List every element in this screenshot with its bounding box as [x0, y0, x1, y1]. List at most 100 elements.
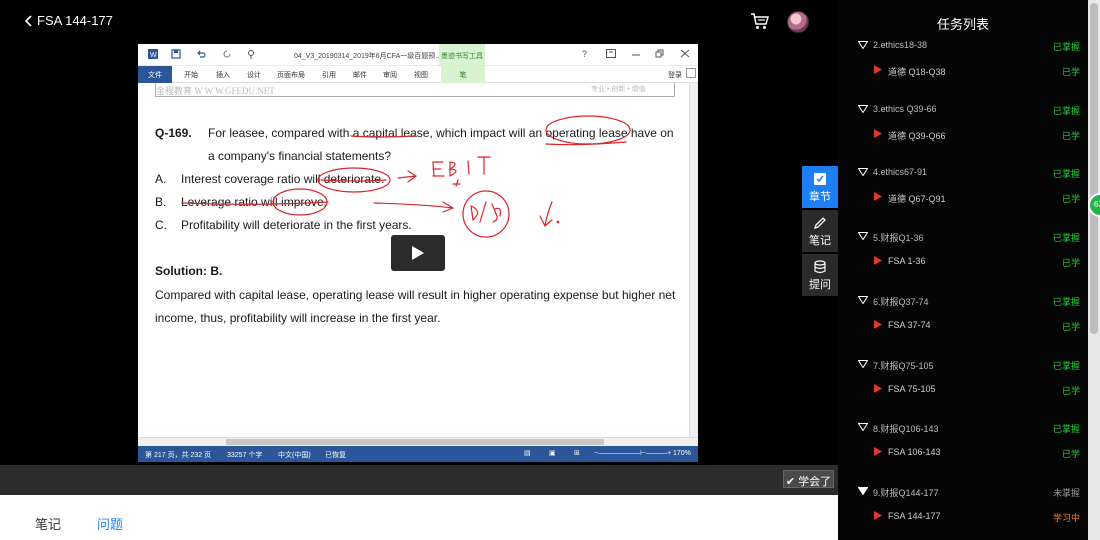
horizontal-scrollbar[interactable]: [138, 437, 698, 446]
ribbon-tab-insert[interactable]: 插入: [216, 70, 230, 80]
triangle-down-icon: [858, 168, 868, 177]
lesson-name: FSA 75-105: [888, 383, 936, 394]
play-button[interactable]: [391, 235, 445, 271]
avatar[interactable]: [787, 11, 809, 33]
ribbon-tab-design[interactable]: 设计: [247, 70, 261, 80]
scroll-thumb[interactable]: [226, 439, 604, 445]
chapter-item[interactable]: 8.财报Q106-143 已掌握: [858, 421, 1080, 437]
chapter-item[interactable]: 7.财报Q75-105 已掌握: [858, 358, 1080, 374]
chapter-item[interactable]: 4.ethics67-91 已掌握: [858, 166, 1080, 182]
svg-text:W: W: [150, 52, 157, 59]
chapter-name: 9.财报Q144-177: [873, 487, 939, 498]
language: 中文(中国): [278, 452, 311, 459]
play-icon: [874, 510, 882, 520]
print-layout-icon[interactable]: ▣: [549, 449, 556, 457]
save-icon[interactable]: [171, 49, 181, 59]
ribbon-tab-home[interactable]: 开始: [184, 70, 198, 80]
recovered-status: 已恢复: [325, 452, 346, 459]
close-icon[interactable]: [680, 49, 690, 58]
chapter-name: 7.财报Q75-105: [873, 360, 934, 371]
lesson-item[interactable]: 道德 Q39-Q66 已学: [874, 128, 1080, 144]
video-player[interactable]: W 04_V3_20190314_2019年6月CFA一级百题预... 墨迹书写…: [0, 42, 838, 465]
tab-notes[interactable]: 笔记: [35, 514, 61, 533]
chapter-name: 2.ethics18-38: [873, 40, 928, 50]
minimize-icon[interactable]: [631, 49, 641, 58]
tool-ask[interactable]: 提问: [802, 254, 838, 296]
ribbon-tab-layout[interactable]: 页面布局: [277, 70, 305, 80]
chapter-item[interactable]: 5.财报Q1-36 已掌握: [858, 230, 1080, 246]
lesson-item[interactable]: FSA 144-177 学习中: [874, 510, 1080, 526]
lesson-status: 已学: [1061, 321, 1080, 332]
help-icon[interactable]: ?: [582, 49, 587, 59]
lesson-name: FSA 37-74: [888, 319, 931, 330]
solution-line-2: income, thus, profitability will increas…: [155, 311, 441, 325]
zoom-slider[interactable]: −——————⊢———+: [594, 449, 671, 457]
top-bar: FSA 144-177: [0, 0, 838, 42]
zoom-level[interactable]: 170%: [673, 450, 691, 457]
ribbon-tab-mailings[interactable]: 邮件: [353, 70, 367, 80]
chapter-status: 已掌握: [1052, 42, 1080, 52]
panel-scrollbar[interactable]: [1088, 0, 1100, 540]
ribbon-display-icon[interactable]: [606, 49, 616, 58]
play-icon: [412, 246, 424, 260]
option-b-text: Leverage ratio will improve.: [181, 195, 328, 209]
option-b-letter: B.: [155, 195, 167, 209]
vertical-scrollbar[interactable]: [689, 83, 698, 437]
back-button[interactable]: FSA 144-177: [24, 13, 113, 28]
player-controls: ✔ 学会了: [0, 465, 838, 495]
chapter-status: 已掌握: [1052, 169, 1080, 180]
chapter-status: 未掌握: [1052, 487, 1080, 498]
lesson-item[interactable]: 道德 Q67-Q91 已学: [874, 191, 1080, 207]
chapter-item[interactable]: 2.ethics18-38 已掌握: [858, 39, 1080, 55]
task-list-panel: 任务列表 2.ethics18-38 已掌握 道德 Q18-Q38 已学 3.ethic…: [838, 0, 1100, 540]
ink-tools-tab[interactable]: 墨迹书写工具: [439, 44, 485, 66]
lesson-item[interactable]: 道德 Q18-Q38 已学: [874, 64, 1080, 80]
lesson-status: 已学: [1061, 130, 1080, 141]
side-toolbar: 章节 笔记 提问: [802, 166, 838, 298]
learned-button[interactable]: ✔ 学会了: [783, 470, 834, 488]
tab-questions[interactable]: 问题: [97, 514, 123, 533]
login-link[interactable]: 登录: [668, 70, 682, 80]
chapter-status: 已掌握: [1052, 424, 1080, 435]
ribbon-tab-references[interactable]: 引用: [322, 70, 336, 80]
triangle-down-icon: [858, 232, 868, 241]
user-icon[interactable]: [686, 68, 696, 78]
lesson-item[interactable]: FSA 37-74 已学: [874, 319, 1080, 335]
triangle-down-icon: [858, 41, 868, 49]
chapter-name: 6.财报Q37-74: [873, 296, 929, 307]
lesson-name: 道德 Q39-Q66: [888, 130, 946, 141]
ribbon-tab-view[interactable]: 视图: [414, 70, 428, 80]
lesson-item[interactable]: FSA 75-105 已学: [874, 383, 1080, 399]
redo-icon[interactable]: [222, 49, 232, 59]
option-a-letter: A.: [155, 172, 167, 186]
lesson-item[interactable]: FSA 106-143 已学: [874, 446, 1080, 462]
question-line-1: For leasee, compared with a capital leas…: [208, 126, 674, 140]
word-app-icon: W: [148, 49, 158, 59]
tool-chapters-label: 章节: [809, 191, 831, 203]
option-a-text: Interest coverage ratio will deteriorate…: [181, 172, 385, 186]
cart-icon[interactable]: [750, 11, 770, 31]
web-layout-icon[interactable]: ⊞: [574, 449, 580, 457]
ribbon-tab-review[interactable]: 审阅: [383, 70, 397, 80]
restore-icon[interactable]: [655, 49, 665, 58]
page-count: 第 217 页，共 232 页: [145, 452, 212, 459]
tool-chapters[interactable]: 章节: [802, 166, 838, 208]
lesson-name: FSA 106-143: [888, 447, 941, 458]
ribbon-tab-pen[interactable]: 笔: [441, 66, 485, 83]
triangle-down-icon: [858, 359, 868, 368]
lesson-status: 已学: [1061, 194, 1080, 205]
chapter-item[interactable]: 9.财报Q144-177 未掌握: [858, 485, 1080, 501]
chapter-item[interactable]: 6.财报Q37-74 已掌握: [858, 294, 1080, 310]
read-mode-icon[interactable]: ▤: [524, 449, 531, 457]
chapter-item[interactable]: 3.ethics Q39-66 已掌握: [858, 103, 1080, 119]
lesson-item[interactable]: FSA 1-36 已学: [874, 255, 1080, 271]
tool-notes[interactable]: 笔记: [802, 210, 838, 252]
touch-mode-icon[interactable]: [246, 49, 256, 59]
ribbon-tab-file[interactable]: 文件: [138, 66, 172, 83]
chapter-name: 4.ethics67-91: [873, 167, 928, 178]
chapter-name: 8.财报Q106-143: [873, 424, 939, 435]
undo-icon[interactable]: [196, 49, 206, 59]
chapter-status: 已掌握: [1052, 105, 1080, 116]
panel-scroll-thumb[interactable]: [1090, 3, 1098, 334]
chapter-status: 已掌握: [1052, 233, 1080, 244]
